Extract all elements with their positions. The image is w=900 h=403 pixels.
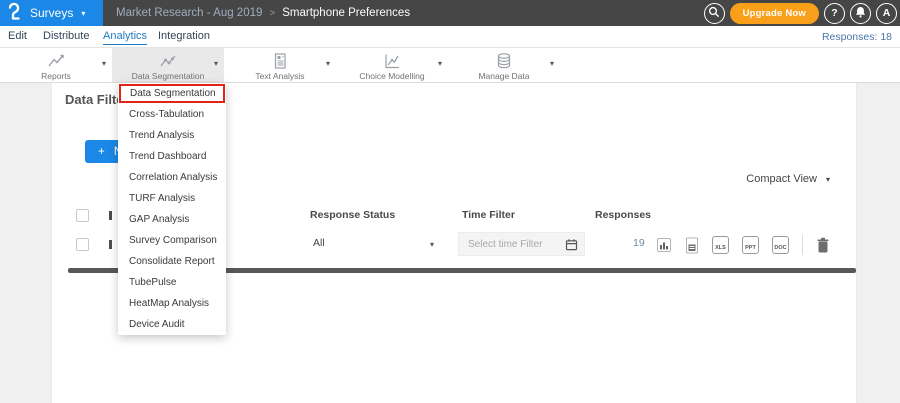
menu-item-device-audit[interactable]: Device Audit <box>118 314 226 335</box>
text-document-icon <box>270 52 290 70</box>
breadcrumb-current-survey: Smartphone Preferences <box>282 7 410 19</box>
toolbar-item-label: Manage Data <box>478 71 529 81</box>
view-mode-selector[interactable]: Compact View ▾ <box>746 173 830 185</box>
toolbar-item-data-segmentation[interactable]: Data Segmentation ▾ <box>112 48 224 82</box>
account-avatar[interactable]: A <box>876 3 897 24</box>
app-window: Surveys ▾ Market Research - Aug 2019 > S… <box>0 0 900 403</box>
column-header-response-status: Response Status <box>310 209 395 221</box>
menu-item-tubepulse[interactable]: TubePulse <box>118 272 226 293</box>
header-actions: Upgrade Now ? A <box>704 0 897 26</box>
search-icon <box>708 6 720 21</box>
notifications-button[interactable] <box>850 3 871 24</box>
response-status-select[interactable]: All ▾ <box>310 234 434 254</box>
view-mode-label: Compact View <box>746 173 817 185</box>
delete-trash-icon[interactable] <box>816 237 830 254</box>
data-segmentation-dropdown-menu: Data Segmentation Cross-Tabulation Trend… <box>118 83 226 335</box>
toolbar-item-label: Text Analysis <box>255 71 304 81</box>
upgrade-now-button[interactable]: Upgrade Now <box>730 3 819 24</box>
menu-item-turf-analysis[interactable]: TURF Analysis <box>118 188 226 209</box>
responses-count-label[interactable]: Responses: 18 <box>822 31 892 43</box>
column-header-responses: Responses <box>595 209 651 221</box>
toolbar-item-label: Choice Modelling <box>359 71 424 81</box>
menu-item-trend-analysis[interactable]: Trend Analysis <box>118 125 226 146</box>
toolbar-item-choice-modelling[interactable]: Choice Modelling ▾ <box>336 48 448 82</box>
help-button[interactable]: ? <box>824 3 845 24</box>
surveys-product-menu[interactable]: Surveys ▾ <box>0 0 103 26</box>
menu-item-correlation-analysis[interactable]: Correlation Analysis <box>118 167 226 188</box>
caret-down-icon: ▾ <box>826 175 830 184</box>
vertical-divider <box>802 235 803 255</box>
menu-item-gap-analysis[interactable]: GAP Analysis <box>118 209 226 230</box>
caret-down-icon: ▾ <box>438 59 442 68</box>
tab-analytics[interactable]: Analytics <box>103 30 147 45</box>
row-action-icons: XLS PPT DOC <box>656 235 830 255</box>
scatter-line-chart-icon <box>158 52 178 70</box>
breadcrumb-separator: > <box>269 8 275 19</box>
row-responses-count[interactable]: 19 <box>633 237 653 249</box>
menu-item-consolidate-report[interactable]: Consolidate Report <box>118 251 226 272</box>
caret-down-icon: ▾ <box>81 9 85 18</box>
select-all-checkbox[interactable] <box>76 209 89 222</box>
database-icon <box>494 52 514 70</box>
search-button[interactable] <box>704 3 725 24</box>
questionpro-logo-icon <box>9 2 24 25</box>
breadcrumb-survey-folder[interactable]: Market Research - Aug 2019 <box>116 7 262 19</box>
export-xls-icon[interactable]: XLS <box>712 236 729 254</box>
tab-edit[interactable]: Edit <box>8 30 27 42</box>
toolbar-item-label: Reports <box>41 71 71 81</box>
line-chart-icon <box>46 52 66 70</box>
analytics-toolbar: Reports ▾ Data Segmentation ▾ <box>0 48 900 83</box>
column-header-time-filter: Time Filter <box>462 209 515 221</box>
breadcrumb: Market Research - Aug 2019 > Smartphone … <box>116 0 410 26</box>
time-filter-field <box>458 232 585 256</box>
response-status-value: All <box>313 237 325 249</box>
menu-item-heatmap-analysis[interactable]: HeatMap Analysis <box>118 293 226 314</box>
tab-distribute[interactable]: Distribute <box>43 30 89 42</box>
toolbar-item-label: Data Segmentation <box>132 71 205 81</box>
toolbar-item-text-analysis[interactable]: Text Analysis ▾ <box>224 48 336 82</box>
model-chart-icon <box>382 52 402 70</box>
caret-down-icon: ▾ <box>550 59 554 68</box>
menu-item-trend-dashboard[interactable]: Trend Dashboard <box>118 146 226 167</box>
menu-item-cross-tabulation[interactable]: Cross-Tabulation <box>118 104 226 125</box>
product-label: Surveys <box>30 6 73 20</box>
dashboard-report-icon[interactable] <box>656 237 672 253</box>
bell-icon <box>855 6 866 21</box>
caret-down-icon: ▾ <box>102 59 106 68</box>
calendar-icon[interactable] <box>565 238 578 256</box>
caret-down-icon: ▾ <box>430 240 434 249</box>
top-header: Surveys ▾ Market Research - Aug 2019 > S… <box>0 0 900 26</box>
row-checkbox[interactable] <box>76 238 89 251</box>
clipped-text-fragment <box>109 240 112 249</box>
caret-down-icon: ▾ <box>326 59 330 68</box>
toolbar-item-manage-data[interactable]: Manage Data ▾ <box>448 48 560 82</box>
tab-integration[interactable]: Integration <box>158 30 210 42</box>
clipped-text-fragment <box>109 211 112 220</box>
export-doc-icon[interactable]: DOC <box>772 236 789 254</box>
survey-nav: Edit Distribute Analytics Integration Re… <box>0 26 900 48</box>
document-report-icon[interactable] <box>685 237 699 254</box>
toolbar-item-reports[interactable]: Reports ▾ <box>0 48 112 82</box>
menu-item-data-segmentation[interactable]: Data Segmentation <box>119 84 225 103</box>
export-ppt-icon[interactable]: PPT <box>742 236 759 254</box>
menu-item-survey-comparison[interactable]: Survey Comparison <box>118 230 226 251</box>
caret-down-icon: ▾ <box>214 59 218 68</box>
